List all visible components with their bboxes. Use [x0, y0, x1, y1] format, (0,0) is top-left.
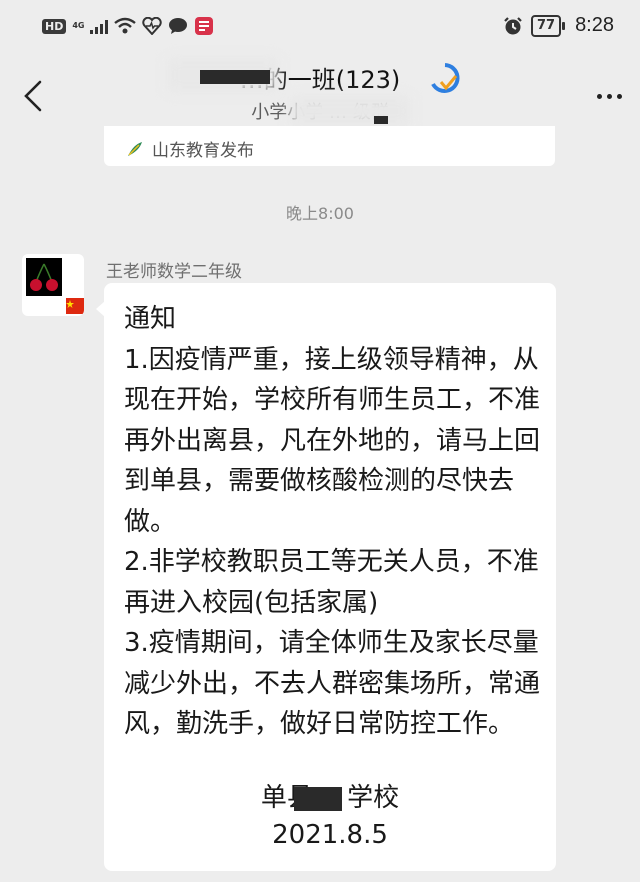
- battery-icon: 77: [530, 14, 566, 37]
- redaction-mark: [294, 787, 342, 811]
- wifi-icon: [114, 17, 137, 34]
- redaction-mark: [200, 70, 270, 84]
- network-type: 4G: [72, 21, 85, 30]
- message-date: 2021.8.5: [272, 820, 388, 850]
- battery-level: 77: [536, 17, 556, 33]
- heart-icon: [142, 17, 163, 35]
- source-row: 山东教育发布: [126, 136, 254, 161]
- message-bubble[interactable]: 通知 1.因疫情严重，接上级领导精神，从现在开始，学校所有师生员工，不准再外出离…: [96, 283, 556, 871]
- status-right: 77 8:28: [503, 14, 614, 37]
- shared-source-card[interactable]: 山东教育发布: [104, 126, 555, 166]
- back-arrow-icon[interactable]: [18, 76, 50, 116]
- status-left: HD 4G: [42, 16, 214, 36]
- more-dots-icon: [597, 94, 602, 99]
- message-time: 晚上8:00: [286, 204, 354, 223]
- chat-header: …的一班(123) 小学小学 … 级群: [0, 56, 640, 136]
- source-name: 山东教育发布: [152, 141, 254, 161]
- cherry-avatar-image: [26, 258, 62, 296]
- hd-badge: HD: [42, 18, 67, 34]
- feather-icon: [128, 141, 142, 156]
- sender-name: 王老师数学二年级: [106, 262, 242, 282]
- status-time: 8:28: [575, 14, 614, 36]
- redaction-mark: [374, 116, 388, 124]
- avatar[interactable]: [22, 254, 84, 316]
- redaction-blur: [290, 96, 410, 126]
- cherry-icon: [30, 263, 58, 291]
- message-text: 通知 1.因疫情严重，接上级领导精神，从现在开始，学校所有师生员工，不准再外出离…: [124, 304, 541, 739]
- flag-icon: [66, 298, 84, 314]
- alarm-icon: [504, 16, 522, 34]
- chat-icon: [169, 18, 188, 34]
- app-icon: [195, 17, 214, 35]
- status-bar: HD 4G 77 8:28: [0, 0, 640, 56]
- group-badge-icon: [431, 63, 460, 93]
- more-options-button[interactable]: [597, 94, 622, 99]
- signal-icon: [90, 18, 109, 34]
